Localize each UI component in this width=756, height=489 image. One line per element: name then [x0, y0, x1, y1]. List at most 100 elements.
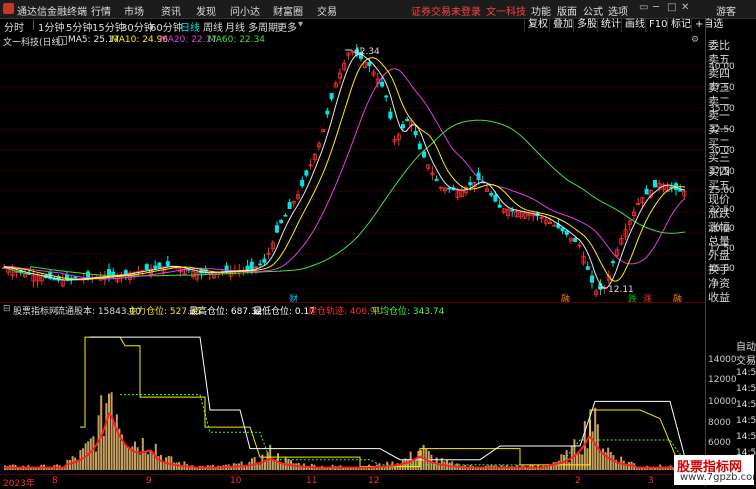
candle-body: [573, 238, 578, 242]
volume-bar: [69, 460, 71, 470]
volume-bar: [594, 407, 597, 470]
menu-layout[interactable]: 版面: [557, 3, 577, 18]
x-tick-year: 2023年: [3, 479, 35, 489]
x-tick: 2: [575, 476, 581, 486]
menu-trade[interactable]: 交易: [317, 3, 337, 18]
event-marker-margin[interactable]: 融: [561, 292, 570, 305]
candle-body: [329, 93, 334, 100]
menu-discover[interactable]: 发现: [196, 3, 216, 18]
candle-body: [279, 219, 284, 224]
toolbar-overlay[interactable]: 叠加: [549, 18, 576, 32]
tab-1min[interactable]: 1分钟: [38, 19, 64, 34]
volume-bar: [144, 451, 147, 470]
candle-body: [165, 261, 170, 267]
candle-body: [73, 276, 78, 280]
tab-multi-period[interactable]: 多周期: [248, 19, 278, 34]
candle-body: [245, 265, 250, 271]
login-warning[interactable]: 证券交易未登录: [411, 3, 481, 18]
volume-bar: [123, 442, 126, 470]
toolbar-add-watchlist[interactable]: +自选: [691, 18, 726, 32]
volume-bar: [617, 463, 620, 470]
close-icon[interactable]: ✕: [681, 2, 689, 13]
event-marker-up[interactable]: 涨: [643, 292, 652, 305]
menu-ask[interactable]: 问小达: [230, 3, 260, 18]
volume-bar: [92, 436, 95, 470]
restore-icon[interactable]: ─: [653, 2, 659, 13]
volume-bar: [128, 448, 131, 470]
volume-bar: [388, 466, 391, 470]
menu-options[interactable]: 选项: [608, 3, 628, 18]
chevron-down-icon[interactable]: ▾: [298, 19, 303, 30]
candle-body: [421, 151, 426, 158]
x-tick: 10: [230, 476, 242, 486]
price-gridlines: [0, 65, 705, 276]
volume-bar: [147, 454, 149, 470]
indicator-tick: 10000: [708, 397, 737, 407]
volume-bar: [258, 464, 261, 470]
menu-market[interactable]: 市场: [124, 3, 144, 18]
candle-body: [274, 225, 279, 233]
x-tick: 11: [306, 476, 318, 486]
menu-news[interactable]: 资讯: [161, 3, 181, 18]
pane-divider: [0, 302, 705, 303]
menu-market-quotes[interactable]: 行情: [91, 3, 111, 18]
volume-bar: [160, 454, 162, 470]
event-marker-margin-2[interactable]: 融: [673, 292, 682, 305]
candle-body: [367, 62, 372, 66]
candle-body: [388, 111, 393, 119]
volume-bar: [136, 447, 139, 470]
candle-body: [249, 261, 254, 270]
toolbar-adjust[interactable]: 复权: [524, 18, 551, 32]
volume-bar: [102, 435, 105, 470]
toolbar-draw[interactable]: 画线: [621, 18, 648, 32]
volume-bar: [622, 460, 625, 470]
menu-function[interactable]: 功能: [531, 3, 551, 18]
event-marker-down[interactable]: 跌: [628, 292, 637, 305]
x-tick: 3: [648, 476, 654, 486]
user-label[interactable]: 游客: [716, 3, 736, 18]
volume-bar: [271, 460, 274, 470]
side-auto[interactable]: 自动: [736, 338, 756, 353]
indicator-tick: 12000: [708, 375, 737, 385]
candle-body: [434, 178, 439, 182]
candle-body: [468, 182, 473, 186]
indicator-tick: 14000: [708, 355, 737, 365]
stock-name-title: 文一科技: [486, 7, 526, 18]
side-trade[interactable]: 交易: [736, 352, 756, 367]
x-axis: [0, 474, 705, 488]
candle-body: [590, 275, 595, 283]
candle-body: [400, 124, 405, 129]
volume-bar: [74, 457, 77, 470]
indicator-collapse-icon[interactable]: ⊟: [3, 304, 11, 314]
tab-30min[interactable]: 30分钟: [121, 19, 154, 34]
tab-5min[interactable]: 5分钟: [66, 19, 92, 34]
tab-more[interactable]: 更多: [277, 19, 297, 34]
toolbar-multi-stock[interactable]: 多股: [573, 18, 600, 32]
ma10-line: [3, 57, 686, 282]
tab-15min[interactable]: 15分钟: [92, 19, 125, 34]
x-tick: 9: [146, 476, 152, 486]
tab-monthly[interactable]: 月线: [225, 19, 245, 34]
maximize-icon[interactable]: □: [667, 2, 676, 13]
candle-body: [560, 227, 565, 232]
toolbar-stats[interactable]: 统计: [597, 18, 624, 32]
menu-wealth[interactable]: 财富圈: [273, 3, 303, 18]
side-divider: [705, 18, 706, 487]
menu-formula[interactable]: 公式: [583, 3, 603, 18]
volume-bar: [599, 452, 602, 470]
tab-daily[interactable]: 日线: [180, 19, 200, 34]
volume-bar: [134, 441, 136, 470]
tab-60min[interactable]: 60分钟: [150, 19, 183, 34]
side-time: 14:50: [736, 416, 756, 426]
indicator-chart: [4, 336, 688, 470]
tab-intraday[interactable]: 分时: [4, 19, 24, 34]
tab-weekly[interactable]: 周线: [203, 19, 223, 34]
volume-bar: [141, 437, 144, 470]
candle-body: [283, 214, 288, 217]
candle-body: [262, 258, 267, 263]
candle-body: [510, 209, 515, 212]
indicator-tick: 8000: [708, 418, 731, 428]
toolbar-mark[interactable]: 标记: [667, 18, 694, 32]
volume-bar: [581, 454, 584, 470]
minimize-icon[interactable]: ▭: [639, 2, 648, 13]
